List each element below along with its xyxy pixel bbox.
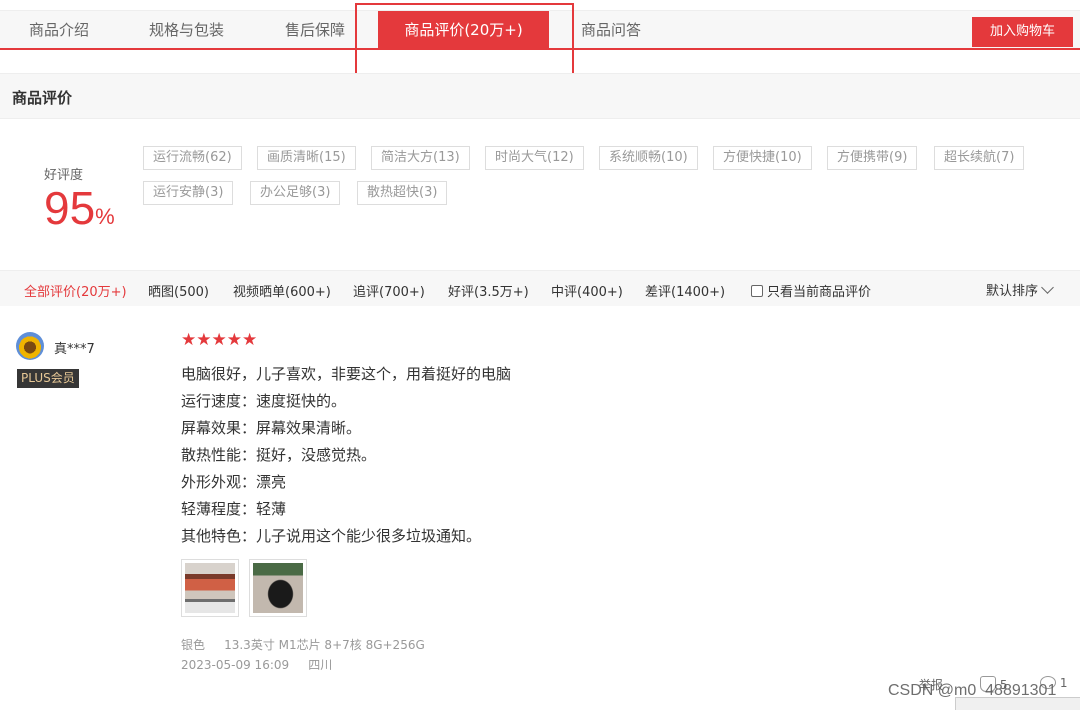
only-current-product-option[interactable]: 只看当前商品评价 (751, 281, 871, 300)
bottom-toolbar-fragment (955, 697, 1080, 710)
only-current-checkbox[interactable] (751, 285, 763, 297)
filter-all[interactable]: 全部评价(20万+) (24, 281, 127, 300)
mouse-photo (253, 563, 303, 613)
plus-member-badge: PLUS会员 (17, 369, 79, 388)
review-tag[interactable]: 画质清晰(15) (257, 146, 356, 170)
review-photo-thumbnail[interactable] (181, 559, 239, 617)
chevron-down-icon (1041, 281, 1054, 294)
positive-rate-unit: % (95, 204, 115, 229)
purchase-spec: 银色 13.3英寸 M1芯片 8+7核 8G+256G (181, 636, 425, 653)
review-tag[interactable]: 超长续航(7) (934, 146, 1025, 170)
laptop-photo (185, 563, 235, 613)
comment-text-line: 散热性能：挺好，没感觉热。 (181, 446, 377, 464)
comment-text-line: 运行速度：速度挺快的。 (181, 392, 347, 410)
comment-text-line: 屏幕效果：屏幕效果清晰。 (181, 419, 362, 437)
sort-dropdown[interactable]: 默认排序 (985, 280, 1054, 299)
review-tag[interactable]: 方便携带(9) (827, 146, 918, 170)
filter-follow-up[interactable]: 追评(700+) (353, 281, 425, 300)
filter-with-video[interactable]: 视频晒单(600+) (233, 281, 331, 300)
section-title: 商品评价 (12, 89, 73, 107)
spec-color: 银色 (181, 638, 206, 652)
star-rating: ★★★★★ (181, 330, 258, 350)
comment-text-line: 外形外观：漂亮 (181, 473, 287, 491)
filter-negative[interactable]: 差评(1400+) (645, 281, 725, 300)
review-tag[interactable]: 办公足够(3) (250, 181, 341, 205)
comment-text-line: 轻薄程度：轻薄 (181, 500, 287, 518)
sort-label: 默认排序 (985, 284, 1038, 299)
review-tag[interactable]: 散热超快(3) (357, 181, 448, 205)
product-tab-bar: 商品介绍 规格与包装 售后保障 商品评价(20万+) 商品问答 加入购物车 (0, 10, 1080, 50)
review-tag[interactable]: 运行安静(3) (143, 181, 234, 205)
review-location: 四川 (308, 658, 333, 672)
filter-positive[interactable]: 好评(3.5万+) (448, 281, 529, 300)
comment-text-line: 其他特色：儿子说用这个能少很多垃圾通知。 (181, 527, 482, 545)
tab-specs-packaging[interactable]: 规格与包装 (149, 11, 224, 49)
filter-with-images[interactable]: 晒图(500) (148, 281, 209, 300)
tab-qa[interactable]: 商品问答 (581, 11, 641, 49)
review-tag[interactable]: 简洁大方(13) (371, 146, 470, 170)
reviews-section-header: 商品评价 (0, 73, 1080, 119)
review-date: 2023-05-09 16:09 (181, 658, 290, 672)
review-tag[interactable]: 运行流畅(62) (143, 146, 242, 170)
review-photo-thumbnail[interactable] (249, 559, 307, 617)
spec-detail: 13.3英寸 M1芯片 8+7核 8G+256G (224, 638, 425, 652)
review-meta: 2023-05-09 16:09 四川 (181, 656, 332, 673)
reviewer-name: 真***7 (54, 342, 95, 357)
review-tag[interactable]: 时尚大气(12) (485, 146, 584, 170)
tab-product-intro[interactable]: 商品介绍 (29, 11, 89, 49)
positive-rate-label: 好评度 (44, 168, 84, 183)
review-filter-bar: 全部评价(20万+) 晒图(500) 视频晒单(600+) 追评(700+) 好… (0, 270, 1080, 306)
add-to-cart-button[interactable]: 加入购物车 (972, 17, 1073, 47)
tab-after-sales[interactable]: 售后保障 (285, 11, 345, 49)
review-tag[interactable]: 系统顺畅(10) (599, 146, 698, 170)
only-current-label: 只看当前商品评价 (767, 285, 872, 300)
positive-rate-value: 95 (44, 182, 96, 234)
filter-neutral[interactable]: 中评(400+) (551, 281, 623, 300)
review-tag[interactable]: 方便快捷(10) (713, 146, 812, 170)
tab-reviews[interactable]: 商品评价(20万+) (378, 11, 549, 49)
reply-count: 1 (1059, 676, 1068, 690)
comment-text-line: 电脑很好，儿子喜欢，非要这个，用着挺好的电脑 (181, 365, 512, 383)
avatar[interactable] (16, 332, 44, 360)
positive-rate: 95% (44, 184, 115, 232)
